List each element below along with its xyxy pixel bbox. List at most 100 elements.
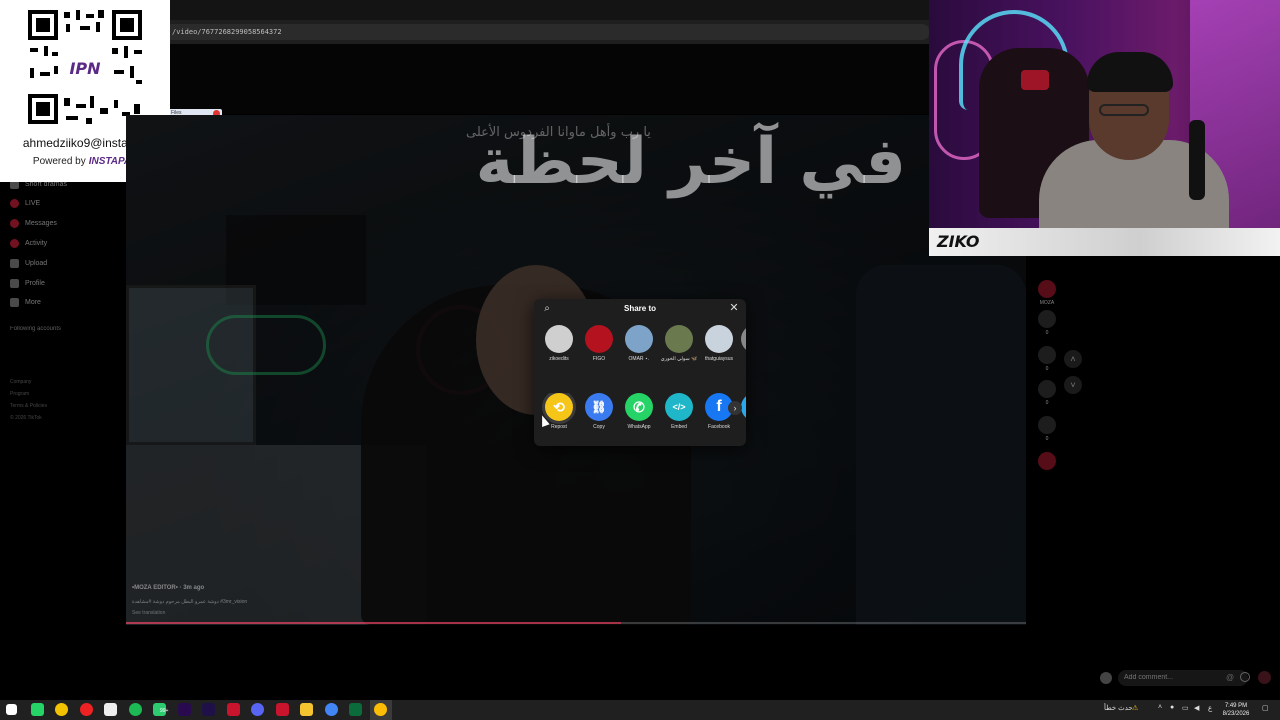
whatsapp-label: WhatsApp <box>627 424 651 430</box>
language-indicator[interactable]: ع <box>1208 704 1212 712</box>
footer-copyright: © 2026 TikTok <box>10 415 42 421</box>
sidebar-item-activity[interactable]: Activity <box>10 236 47 250</box>
notifications-icon[interactable]: ▢ <box>1262 704 1269 712</box>
whatsapp-icon: ✆ <box>625 393 653 421</box>
warning-icon[interactable]: ⚠ <box>1132 704 1138 712</box>
live-icon <box>10 198 19 208</box>
tray-status-text: حدث خطأ <box>1104 705 1133 712</box>
footer-program[interactable]: Program <box>10 388 29 400</box>
volume-icon[interactable]: ◀ <box>1194 704 1199 712</box>
avatar <box>741 325 746 353</box>
telegram-label: Tw <box>736 424 746 430</box>
see-translation-link[interactable]: See translation <box>132 610 165 616</box>
following-heading: Following accounts <box>10 326 62 332</box>
address-bar[interactable]: /video/7677268299058564372 <box>160 24 930 40</box>
share-count: 0 <box>1045 436 1049 442</box>
copy-link-button[interactable]: ⛓ Copy <box>580 393 618 430</box>
powered-by-label: Powered by <box>32 156 86 167</box>
mention-icon[interactable]: @ <box>1226 673 1234 682</box>
bookmark-icon[interactable] <box>1038 380 1056 398</box>
music-disc-icon[interactable] <box>1038 452 1056 470</box>
upload-icon <box>10 258 19 268</box>
chrome-icon[interactable] <box>325 703 338 716</box>
sidebar-item-more[interactable]: More <box>10 295 41 309</box>
friend-name: OMAR ⋆. <box>628 356 650 362</box>
footer-company[interactable]: Company <box>10 376 31 388</box>
avatar <box>625 325 653 353</box>
acrobat-icon[interactable] <box>276 703 289 716</box>
action-rail: MOZA 0 0 0 0 <box>1036 280 1058 480</box>
capcut-icon[interactable] <box>349 703 362 716</box>
avatar <box>665 325 693 353</box>
video-progress-fill <box>126 622 621 624</box>
footer-terms[interactable]: Terms & Policies <box>10 400 47 412</box>
share-modal-title: Share to <box>623 304 656 313</box>
video-author[interactable]: •MOZA EDITOR• · 3m ago <box>132 585 204 591</box>
friend-name: FIGO <box>592 356 606 362</box>
comment-bar: @ <box>1098 669 1274 687</box>
sidebar-item-upload[interactable]: Upload <box>10 256 47 270</box>
comment-icon[interactable] <box>1038 346 1056 364</box>
share-friend[interactable]: FIGO <box>580 325 618 362</box>
share-friend[interactable]: Pe <box>736 325 746 362</box>
comment-count: 0 <box>1045 366 1049 372</box>
share-actions-row: ⟲ Repost ⛓ Copy ✆ WhatsApp </> Embed f F… <box>540 393 746 437</box>
windows-start-icon[interactable] <box>6 704 17 715</box>
embed-button[interactable]: </> Embed <box>660 393 698 430</box>
system-clock[interactable]: 7:49 PM 8/23/2026 <box>1216 702 1256 718</box>
profile-icon <box>10 278 19 288</box>
chevron-up-icon[interactable]: ˄ <box>1064 350 1082 368</box>
emoji-icon[interactable] <box>1240 672 1250 682</box>
premiere-icon[interactable] <box>178 703 191 716</box>
send-icon[interactable] <box>1258 671 1271 684</box>
streamer-logo: ZIKO <box>937 232 980 251</box>
left-sidebar: Short dramas LIVE Messages Activity Uplo… <box>0 175 126 435</box>
video-title-text: في آخر لحظة <box>475 125 906 199</box>
microphone-icon[interactable]: ● <box>1170 704 1174 711</box>
clock-time: 7:49 PM <box>1224 703 1248 709</box>
share-friend[interactable]: zikoedits <box>540 325 578 362</box>
chevron-up-icon[interactable]: ˄ <box>1158 704 1162 711</box>
avatar <box>705 325 733 353</box>
share-friend[interactable]: سولي الخوري 🦋 <box>660 325 698 362</box>
webcam-glasses <box>1099 104 1149 116</box>
video-caption: #3mr_vision دوشة عمرو البطل مرحوم دوشة #… <box>132 599 248 605</box>
webcam-overlay: ZIKO <box>929 0 1280 256</box>
embed-label: Embed <box>671 424 687 430</box>
like-icon[interactable] <box>1038 310 1056 328</box>
store-icon[interactable] <box>104 703 117 716</box>
friend-name: zikoedits <box>549 356 569 362</box>
share-friend[interactable]: thatguiaysus <box>700 325 738 362</box>
avatar <box>585 325 613 353</box>
creator-label: MOZA <box>1039 300 1055 306</box>
acrobat-icon[interactable] <box>227 703 240 716</box>
microphone <box>1189 120 1205 200</box>
video-nav: ˄ ˅ <box>1064 350 1084 396</box>
sidebar-item-live[interactable]: LIVE <box>10 196 40 210</box>
chrome-icon[interactable] <box>374 703 387 716</box>
chevron-down-icon[interactable]: ˅ <box>1064 376 1082 394</box>
app-icon[interactable] <box>55 703 68 716</box>
creator-avatar[interactable] <box>1038 280 1056 298</box>
sidebar-item-messages[interactable]: Messages <box>10 216 57 230</box>
chevron-right-icon[interactable]: › <box>728 401 742 415</box>
notification-badge: 99+ <box>160 708 169 714</box>
copy-label: Copy <box>593 424 605 430</box>
share-friends-row: zikoedits FIGO OMAR ⋆. سولي الخوري 🦋 tha… <box>540 325 746 375</box>
spotify-icon[interactable] <box>129 703 142 716</box>
close-icon[interactable]: ✕ <box>728 302 740 314</box>
discord-icon[interactable] <box>251 703 264 716</box>
webcam-streamer-hair <box>1087 52 1173 92</box>
webcam-banner <box>929 228 1280 256</box>
whatsapp-button[interactable]: ✆ WhatsApp <box>620 393 658 430</box>
share-icon[interactable] <box>1038 416 1056 434</box>
video-progress-bar[interactable] <box>126 622 1026 624</box>
sidebar-item-profile[interactable]: Profile <box>10 276 45 290</box>
record-icon[interactable] <box>80 703 93 716</box>
network-icon[interactable]: ▭ <box>1182 704 1189 712</box>
after-effects-icon[interactable] <box>202 703 215 716</box>
whatsapp-icon[interactable] <box>31 703 44 716</box>
share-friend[interactable]: OMAR ⋆. <box>620 325 658 362</box>
folder-icon[interactable] <box>300 703 313 716</box>
qr-code: IPN <box>26 8 144 126</box>
